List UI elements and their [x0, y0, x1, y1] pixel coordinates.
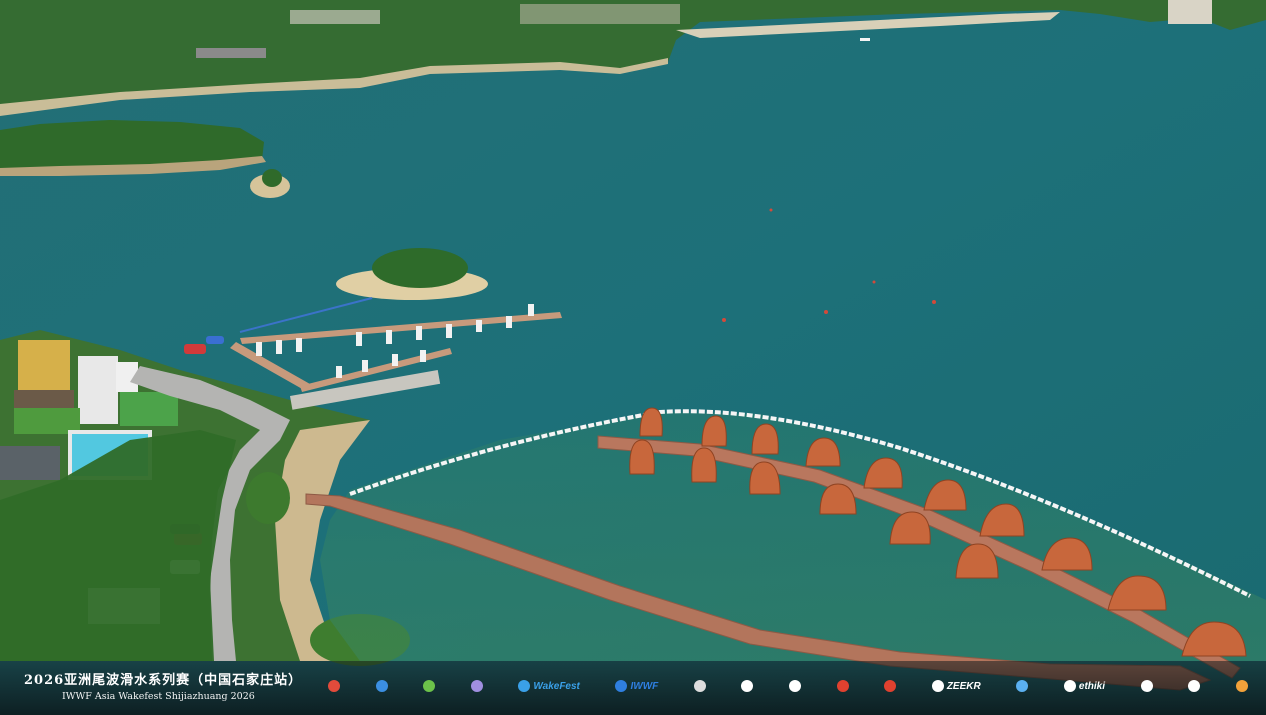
sponsor-logo: ZEEKR — [931, 680, 981, 692]
script-logo-icon — [789, 680, 802, 692]
sponsor-logo: ethiki — [1063, 680, 1106, 692]
sponsor-logo — [884, 680, 897, 692]
aerial-photo — [0, 0, 1266, 715]
box-logo-icon — [884, 680, 897, 692]
sponsor-logo — [693, 680, 706, 692]
sponsor-logo — [470, 680, 483, 692]
event-banner: 2026亚洲尾波滑水系列赛（中国石家庄站） IWWF Asia Wakefest… — [0, 661, 1266, 715]
central-island-trees — [372, 248, 468, 288]
sponsor-logo — [789, 680, 802, 692]
tree-cluster — [246, 472, 290, 524]
sponsor-logos: WakeFest IWWF ZEEKR ethiki — [328, 673, 1248, 699]
4d-logo-icon — [1188, 680, 1201, 692]
ethiki-logo-icon — [1063, 680, 1076, 692]
village-buildings — [290, 10, 380, 24]
hotel-roof-yellow — [18, 340, 70, 398]
grey-roof — [0, 446, 60, 480]
sponsor-logo: WakeFest — [518, 680, 580, 692]
red-logo-icon — [836, 680, 849, 692]
bar-logo-icon — [693, 680, 706, 692]
event-title-english: IWWF Asia Wakefest Shijiazhuang 2026 — [62, 691, 255, 702]
green-court — [120, 392, 178, 426]
building-right — [1168, 0, 1212, 24]
sponsor-logo — [328, 680, 340, 692]
small-islet-trees — [262, 169, 282, 187]
event-title-chinese: 2026亚洲尾波滑水系列赛（中国石家庄站） — [24, 673, 303, 688]
village-buildings-2 — [520, 4, 680, 24]
sponsor-logo-text: ethiki — [1078, 680, 1106, 692]
sponsor-logo — [1016, 680, 1029, 692]
circle-logo-icon — [423, 680, 436, 692]
text-logo-icon — [1140, 680, 1153, 692]
wakefest-logo-icon — [518, 680, 531, 692]
sponsor-logo — [423, 680, 436, 692]
iwwf-logo-icon — [615, 680, 628, 692]
w-logo-icon — [741, 680, 754, 692]
sponsor-logo — [1235, 680, 1248, 692]
speed-boat — [860, 38, 870, 41]
sail-logo-icon — [1016, 680, 1029, 692]
white-building — [78, 356, 118, 424]
event-title: 2026亚洲尾波滑水系列赛（中国石家庄站） IWWF Asia Wakefest… — [24, 669, 324, 702]
sponsor-logo — [836, 680, 849, 692]
sponsor-logo — [741, 680, 754, 692]
sponsor-logo — [1188, 680, 1201, 692]
sponsor-logo-text: ZEEKR — [946, 680, 981, 692]
sponsor-logo — [375, 680, 388, 692]
multi-logo-icon — [1235, 680, 1248, 692]
zeekr-logo-icon — [931, 680, 944, 692]
swirl-logo-icon — [470, 680, 483, 692]
sponsor-logo-text: WakeFest — [533, 680, 580, 692]
sponsor-logo-text: IWWF — [630, 680, 659, 692]
red-boat — [184, 344, 206, 354]
lake-scene — [0, 0, 1266, 715]
sponsor-logo: IWWF — [615, 680, 658, 692]
circle-logo-icon — [328, 680, 340, 692]
circle-logo-icon — [375, 680, 388, 692]
blue-boat — [206, 336, 224, 344]
sponsor-logo — [1140, 680, 1153, 692]
building-left — [196, 48, 266, 58]
